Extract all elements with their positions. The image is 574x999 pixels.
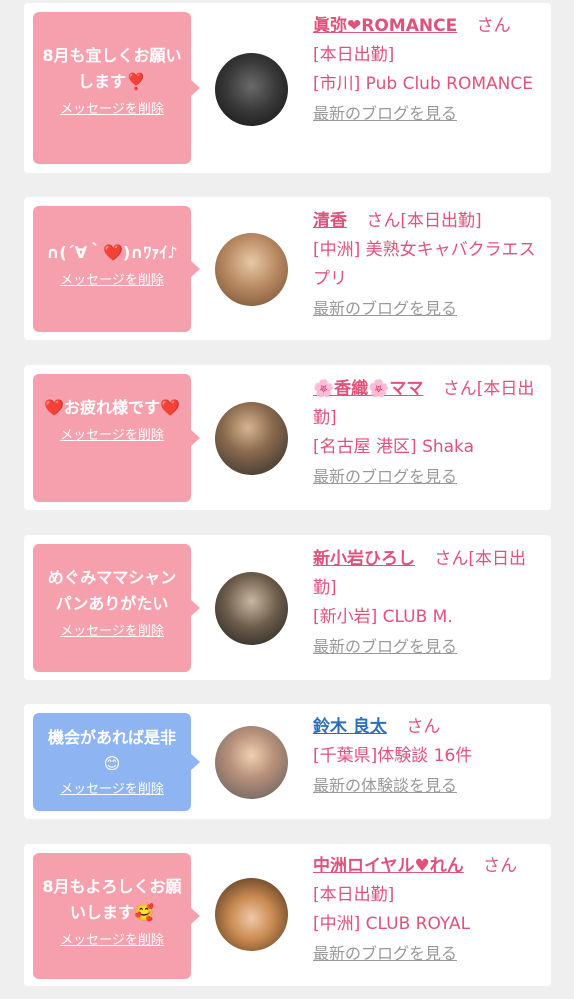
message-bubble: ❤️お疲れ様です❤️ メッセージを削除 xyxy=(33,374,200,502)
avatar[interactable] xyxy=(215,402,288,475)
message-text: 8月もよろしくお願いします🥰 xyxy=(42,877,182,922)
user-name-link[interactable]: 新小岩ひろし xyxy=(313,549,415,569)
message-text: 8月も宜しくお願いします❣️ xyxy=(42,46,182,91)
shop-text: [市川] Pub Club ROMANCE xyxy=(313,74,533,94)
message-text: ∩(´∀｀❤️)∩ﾜｧｲ♪ xyxy=(46,243,178,262)
honorific: さん xyxy=(483,856,518,876)
blog-link[interactable]: 最新のブログを見る xyxy=(313,104,457,123)
honorific: さん xyxy=(406,717,441,737)
honorific: さん xyxy=(442,379,477,399)
message-text: めぐみママシャンパンありがたい xyxy=(47,568,177,613)
avatar[interactable] xyxy=(215,53,288,126)
avatar[interactable] xyxy=(215,572,288,645)
list-item: ∩(´∀｀❤️)∩ﾜｧｲ♪ メッセージを削除 清香 さん[本日出勤] [中洲] … xyxy=(24,197,551,340)
blog-link[interactable]: 最新のブログを見る xyxy=(313,299,457,318)
user-name-link[interactable]: 🌸香織🌸ママ xyxy=(313,379,423,399)
honorific: さん xyxy=(366,211,401,231)
card-info: 中洲ロイヤル♥れん さん [本日出勤] [中洲] CLUB ROYAL 最新のブ… xyxy=(313,852,545,969)
user-name-link[interactable]: 鈴木 良太 xyxy=(313,717,387,737)
shop-text: [新小岩] CLUB M. xyxy=(313,607,453,627)
list-item: 機会があれば是非😊 メッセージを削除 鈴木 良太 さん [千葉県]体験談 16件… xyxy=(24,704,551,819)
card-info: 🌸香織🌸ママ さん[本日出勤] [名古屋 港区] Shaka 最新のブログを見る xyxy=(313,375,545,492)
message-bubble: 8月もよろしくお願いします🥰 メッセージを削除 xyxy=(33,853,200,979)
delete-message-link[interactable]: メッセージを削除 xyxy=(41,781,183,799)
card-info: 鈴木 良太 さん [千葉県]体験談 16件 最新の体験談を見る xyxy=(313,713,545,801)
delete-message-link[interactable]: メッセージを削除 xyxy=(41,427,183,445)
status-text: [本日出勤] xyxy=(313,45,395,65)
blog-link[interactable]: 最新のブログを見る xyxy=(313,944,457,963)
user-name-link[interactable]: 中洲ロイヤル♥れん xyxy=(313,856,464,876)
avatar[interactable] xyxy=(215,726,288,799)
message-list: 8月も宜しくお願いします❣️ メッセージを削除 眞弥❤ROMANCE さん [本… xyxy=(0,0,574,999)
shop-text: [中洲] 美熟女キャバクラエスプリ xyxy=(313,240,536,289)
avatar[interactable] xyxy=(215,878,288,951)
status-text: [本日出勤] xyxy=(313,885,395,905)
message-bubble: めぐみママシャンパンありがたい メッセージを削除 xyxy=(33,544,200,672)
delete-message-link[interactable]: メッセージを削除 xyxy=(41,101,183,119)
user-name-link[interactable]: 眞弥❤ROMANCE xyxy=(313,16,457,36)
user-name-link[interactable]: 清香 xyxy=(313,211,347,231)
message-bubble: 8月も宜しくお願いします❣️ メッセージを削除 xyxy=(33,12,200,164)
honorific: さん xyxy=(476,16,511,36)
blog-link[interactable]: 最新のブログを見る xyxy=(313,467,457,486)
avatar[interactable] xyxy=(215,233,288,306)
list-item: 8月もよろしくお願いします🥰 メッセージを削除 中洲ロイヤル♥れん さん [本日… xyxy=(24,844,551,986)
message-text: 機会があれば是非😊 xyxy=(47,728,176,773)
shop-text: [千葉県]体験談 16件 xyxy=(313,746,473,766)
list-item: めぐみママシャンパンありがたい メッセージを削除 新小岩ひろし さん[本日出勤]… xyxy=(24,535,551,680)
delete-message-link[interactable]: メッセージを削除 xyxy=(41,623,183,641)
card-info: 清香 さん[本日出勤] [中洲] 美熟女キャバクラエスプリ 最新のブログを見る xyxy=(313,207,545,324)
status-text: [本日出勤] xyxy=(400,211,482,231)
blog-link[interactable]: 最新の体験談を見る xyxy=(313,776,457,795)
delete-message-link[interactable]: メッセージを削除 xyxy=(41,932,183,950)
honorific: さん xyxy=(434,549,469,569)
message-bubble: ∩(´∀｀❤️)∩ﾜｧｲ♪ メッセージを削除 xyxy=(33,206,200,332)
blog-link[interactable]: 最新のブログを見る xyxy=(313,637,457,656)
shop-text: [中洲] CLUB ROYAL xyxy=(313,914,471,934)
list-item: 8月も宜しくお願いします❣️ メッセージを削除 眞弥❤ROMANCE さん [本… xyxy=(24,3,551,173)
message-text: ❤️お疲れ様です❤️ xyxy=(44,398,180,417)
card-info: 眞弥❤ROMANCE さん [本日出勤] [市川] Pub Club ROMAN… xyxy=(313,12,545,129)
delete-message-link[interactable]: メッセージを削除 xyxy=(41,272,183,290)
shop-text: [名古屋 港区] Shaka xyxy=(313,437,475,457)
message-bubble: 機会があれば是非😊 メッセージを削除 xyxy=(33,713,200,811)
card-info: 新小岩ひろし さん[本日出勤] [新小岩] CLUB M. 最新のブログを見る xyxy=(313,545,545,662)
list-item: ❤️お疲れ様です❤️ メッセージを削除 🌸香織🌸ママ さん[本日出勤] [名古屋… xyxy=(24,365,551,510)
